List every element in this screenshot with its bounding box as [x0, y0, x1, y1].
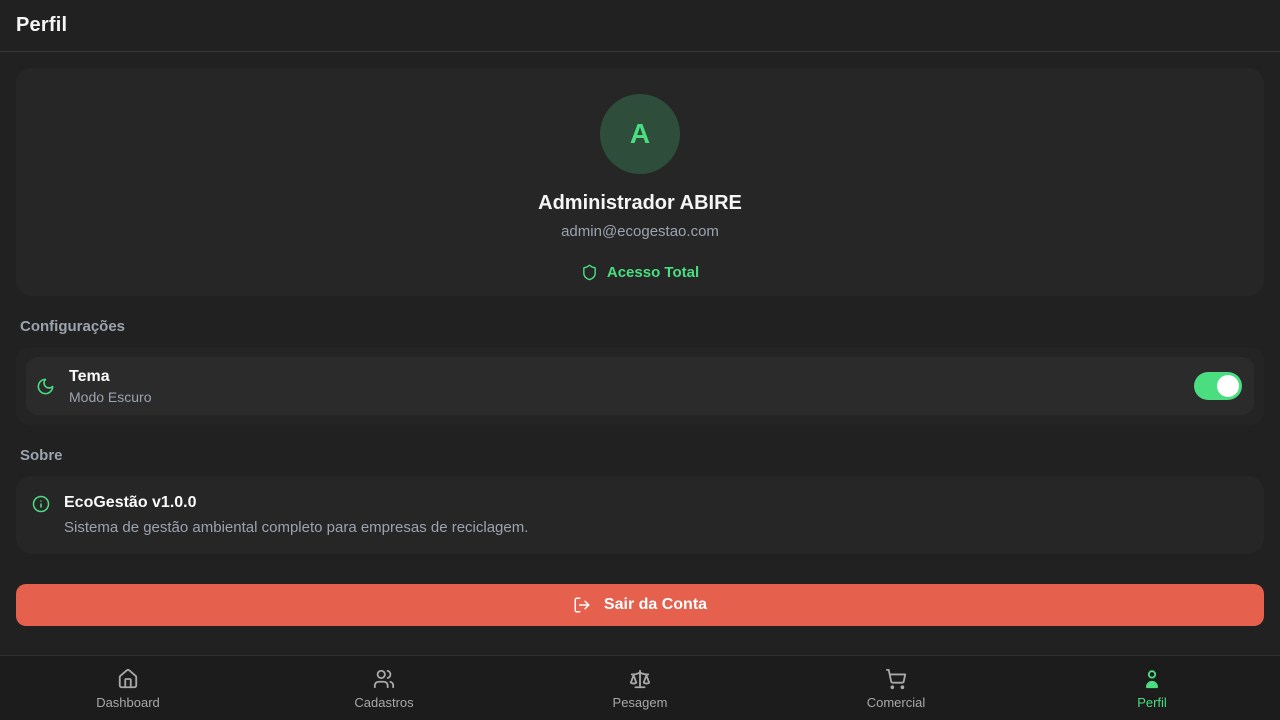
settings-section-label: Configurações [20, 318, 1260, 335]
about-card: EcoGestão v1.0.0 Sistema de gestão ambie… [16, 476, 1264, 554]
info-icon [32, 495, 50, 513]
main-content: A Administrador ABIRE admin@ecogestao.co… [0, 52, 1280, 642]
moon-icon [36, 377, 55, 396]
shopping-cart-icon [885, 668, 907, 690]
toggle-knob [1217, 375, 1239, 397]
nav-item-perfil[interactable]: Perfil [1024, 656, 1280, 720]
dark-mode-toggle[interactable] [1194, 372, 1242, 400]
nav-label-dashboard: Dashboard [96, 695, 160, 710]
log-out-icon [573, 596, 591, 614]
theme-title: Tema [69, 368, 1180, 386]
user-icon [1141, 668, 1163, 690]
avatar: A [600, 94, 680, 174]
access-badge-label: Acesso Total [607, 264, 699, 281]
users-icon [373, 668, 395, 690]
nav-item-comercial[interactable]: Comercial [768, 656, 1024, 720]
shield-icon [581, 264, 598, 281]
profile-name: Administrador ABIRE [538, 192, 742, 215]
about-section-label: Sobre [20, 447, 1260, 464]
theme-setting-row[interactable]: Tema Modo Escuro [26, 357, 1254, 415]
profile-card: A Administrador ABIRE admin@ecogestao.co… [16, 68, 1264, 296]
nav-label-pesagem: Pesagem [613, 695, 668, 710]
nav-item-cadastros[interactable]: Cadastros [256, 656, 512, 720]
theme-subtitle: Modo Escuro [69, 389, 1180, 405]
profile-email: admin@ecogestao.com [561, 223, 719, 240]
home-icon [117, 668, 139, 690]
app-version-title: EcoGestão v1.0.0 [64, 494, 1248, 512]
nav-label-perfil: Perfil [1137, 695, 1167, 710]
scale-icon [629, 668, 651, 690]
logout-button[interactable]: Sair da Conta [16, 584, 1264, 626]
avatar-letter: A [630, 118, 650, 150]
page-title: Perfil [16, 14, 67, 37]
about-texts: EcoGestão v1.0.0 Sistema de gestão ambie… [64, 494, 1248, 536]
settings-card: Tema Modo Escuro [16, 347, 1264, 425]
page-header: Perfil [0, 0, 1280, 52]
logout-label: Sair da Conta [604, 596, 707, 614]
nav-item-dashboard[interactable]: Dashboard [0, 656, 256, 720]
bottom-nav: Dashboard Cadastros Pesagem [0, 655, 1280, 720]
nav-item-pesagem[interactable]: Pesagem [512, 656, 768, 720]
nav-label-cadastros: Cadastros [354, 695, 413, 710]
nav-label-comercial: Comercial [867, 695, 926, 710]
theme-texts: Tema Modo Escuro [69, 368, 1180, 405]
app-description: Sistema de gestão ambiental completo par… [64, 519, 1248, 536]
access-badge: Acesso Total [581, 264, 699, 281]
